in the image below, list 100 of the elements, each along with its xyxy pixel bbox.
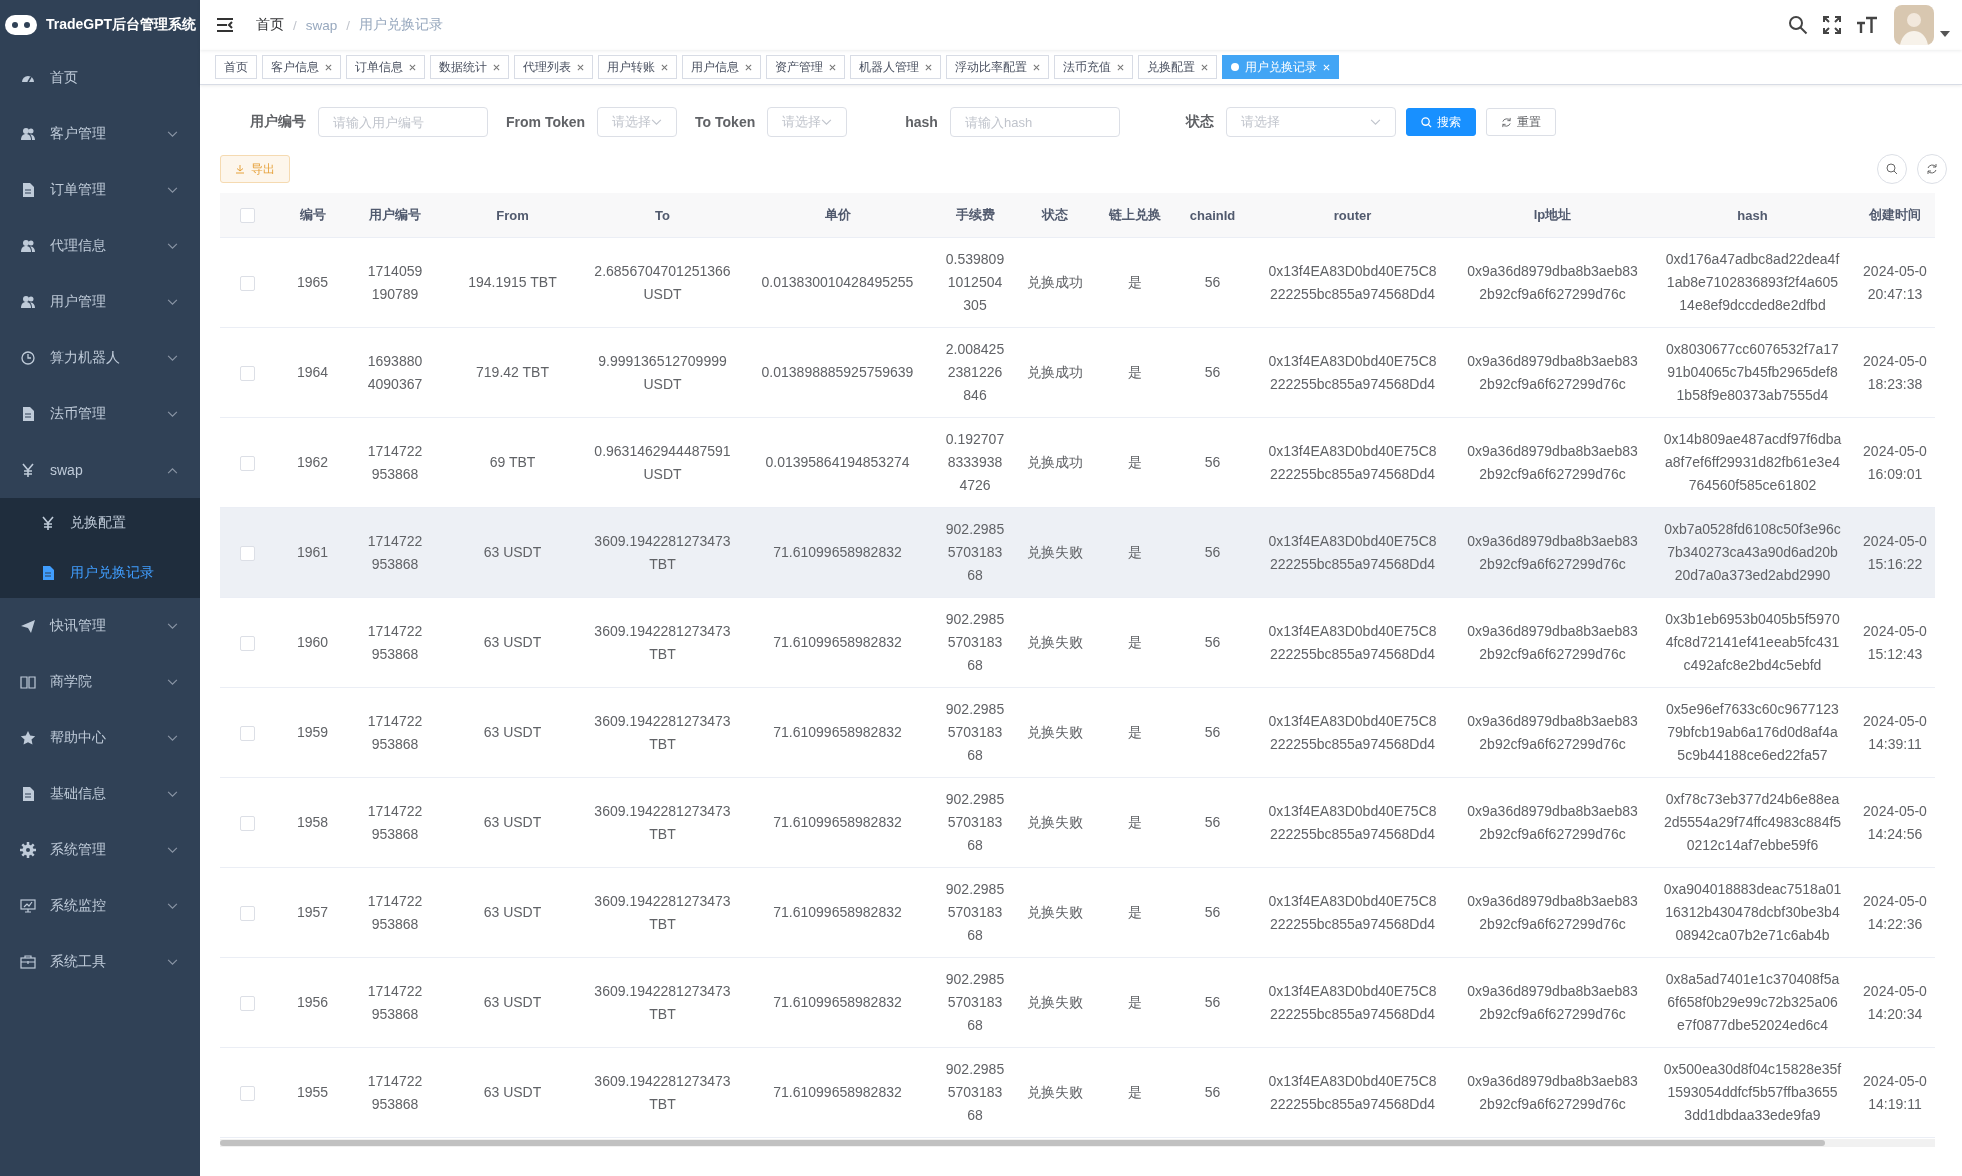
tab[interactable]: 法币充值 bbox=[1054, 55, 1133, 79]
close-icon[interactable] bbox=[325, 63, 332, 71]
router-address-cell-text: 0x13f4EA83D0bd40E75C8222255bc855a974568Dd4 bbox=[1267, 351, 1438, 394]
close-icon[interactable] bbox=[661, 63, 668, 71]
row-checkbox[interactable] bbox=[240, 725, 255, 741]
users-icon bbox=[20, 294, 36, 310]
tab[interactable]: 用户信息 bbox=[682, 55, 761, 79]
price-cell-text: 71.61099658982832 bbox=[773, 543, 902, 562]
table-row[interactable] bbox=[220, 507, 1935, 598]
column-header: 用户编号 bbox=[369, 207, 421, 222]
menu-item[interactable]: 系统监控 bbox=[0, 878, 200, 934]
to-amount-cell-text: 3609.1942281273473 TBT bbox=[593, 981, 732, 1024]
horizontal-scrollbar[interactable] bbox=[220, 1139, 1935, 1147]
download-icon bbox=[235, 164, 245, 174]
menu-item[interactable]: 系统管理 bbox=[0, 822, 200, 878]
row-checkbox[interactable] bbox=[240, 365, 255, 381]
menu-item[interactable]: 帮助中心 bbox=[0, 710, 200, 766]
fullscreen-icon[interactable] bbox=[1822, 15, 1842, 35]
input-field[interactable]: 请输入用户编号 bbox=[318, 107, 488, 137]
user-id-cell-text: 1714722953868 bbox=[366, 531, 424, 574]
search-toggle-button[interactable] bbox=[1877, 154, 1907, 184]
menu-item[interactable]: 算力机器人 bbox=[0, 330, 200, 386]
row-checkbox[interactable] bbox=[240, 635, 255, 651]
close-icon[interactable] bbox=[409, 63, 416, 71]
created-time-cell-text: 2024-05-0 14:19:11 bbox=[1863, 1071, 1927, 1114]
close-icon[interactable] bbox=[925, 63, 932, 71]
refresh-button[interactable] bbox=[1917, 154, 1947, 184]
menu-item-label: swap bbox=[50, 462, 84, 478]
created-time-cell-text: 2024-05-0 20:47:13 bbox=[1863, 261, 1927, 304]
menu-item[interactable]: 客户管理 bbox=[0, 106, 200, 162]
created-time-cell-text: 2024-05-0 14:20:34 bbox=[1863, 981, 1927, 1024]
on-chain-cell-text: 是 bbox=[1128, 1083, 1142, 1102]
search-icon[interactable] bbox=[1788, 15, 1808, 35]
tab[interactable]: 代理列表 bbox=[514, 55, 593, 79]
close-icon[interactable] bbox=[577, 63, 584, 71]
menu-item[interactable]: 快讯管理 bbox=[0, 598, 200, 654]
menu-item[interactable]: 基础信息 bbox=[0, 766, 200, 822]
menu-item[interactable]: 用户管理 bbox=[0, 274, 200, 330]
submenu-item[interactable]: 兑换配置 bbox=[0, 498, 200, 548]
tab[interactable]: 订单信息 bbox=[346, 55, 425, 79]
tab[interactable]: 数据统计 bbox=[430, 55, 509, 79]
tab[interactable]: 机器人管理 bbox=[850, 55, 941, 79]
input-field[interactable]: 请输入hash bbox=[949, 107, 1120, 137]
row-checkbox[interactable] bbox=[240, 275, 255, 291]
row-checkbox[interactable] bbox=[240, 995, 255, 1011]
tab[interactable]: 资产管理 bbox=[766, 55, 845, 79]
close-icon[interactable] bbox=[829, 63, 836, 71]
on-chain-cell-text: 是 bbox=[1128, 993, 1142, 1012]
lp-address-cell-text: 0x9a36d8979dba8b3aeb832b92cf9a6f627299d76c bbox=[1466, 621, 1639, 664]
from-amount-cell-text: 719.42 TBT bbox=[476, 363, 549, 382]
row-checkbox[interactable] bbox=[240, 815, 255, 831]
menu-item[interactable]: 商学院 bbox=[0, 654, 200, 710]
menu-item[interactable]: 代理信息 bbox=[0, 218, 200, 274]
created-time-cell-text: 2024-05-0 15:12:43 bbox=[1863, 621, 1927, 664]
close-icon[interactable] bbox=[493, 63, 500, 71]
breadcrumb-item[interactable]: 首页 bbox=[256, 16, 284, 34]
fee-cell-text: 0.5398091012504305 bbox=[945, 250, 1005, 315]
tab[interactable]: 浮动比率配置 bbox=[946, 55, 1049, 79]
tab[interactable]: 客户信息 bbox=[262, 55, 341, 79]
menu-item[interactable]: 系统工具 bbox=[0, 934, 200, 990]
caret-icon[interactable] bbox=[1940, 31, 1950, 37]
lp-address-cell-text: 0x9a36d8979dba8b3aeb832b92cf9a6f627299d76c bbox=[1466, 801, 1639, 844]
reset-button[interactable]: 重置 bbox=[1485, 108, 1556, 136]
close-icon[interactable] bbox=[1033, 63, 1040, 71]
menu-icon[interactable] bbox=[216, 17, 234, 33]
row-checkbox[interactable] bbox=[240, 455, 255, 471]
row-checkbox[interactable] bbox=[240, 545, 255, 561]
menu-item[interactable]: 订单管理 bbox=[0, 162, 200, 218]
close-icon[interactable] bbox=[745, 63, 752, 71]
created-time-cell-text: 2024-05-0 14:24:56 bbox=[1863, 801, 1927, 844]
tab[interactable]: 首页 bbox=[215, 55, 257, 79]
menu-item[interactable]: 法币管理 bbox=[0, 386, 200, 442]
hash-cell-text: 0x14b809ae487acdf97f6dbaa8f7ef6ff29931d82fb61e3e4764560f585ce61802 bbox=[1663, 430, 1842, 495]
lp-address-cell-text: 0x9a36d8979dba8b3aeb832b92cf9a6f627299d76c bbox=[1466, 531, 1639, 574]
close-icon[interactable] bbox=[1201, 63, 1208, 71]
toolbox-icon bbox=[20, 954, 36, 970]
font-size-icon[interactable] bbox=[1856, 15, 1878, 35]
router-address-cell-text: 0x13f4EA83D0bd40E75C8222255bc855a974568Dd4 bbox=[1267, 621, 1438, 664]
submenu-item[interactable]: 用户兑换记录 bbox=[0, 548, 200, 598]
from-amount-cell-text: 63 USDT bbox=[483, 723, 542, 742]
to-amount-cell-text: 3609.1942281273473 TBT bbox=[593, 711, 732, 754]
submenu-item-label: 兑换配置 bbox=[70, 514, 127, 532]
tab[interactable]: 用户转账 bbox=[598, 55, 677, 79]
field-label: To Token bbox=[695, 114, 756, 130]
tab[interactable]: 兑换配置 bbox=[1138, 55, 1217, 79]
created-time-cell-text: 2024-05-0 18:23:38 bbox=[1863, 351, 1927, 394]
column-header: To bbox=[655, 207, 670, 223]
app-title: TradeGPT后台管理系统 bbox=[46, 16, 197, 34]
menu-item[interactable]: swap bbox=[0, 442, 200, 498]
row-checkbox[interactable] bbox=[240, 1085, 255, 1101]
close-icon[interactable] bbox=[1117, 63, 1124, 71]
menu-item[interactable]: 首页 bbox=[0, 50, 200, 106]
select-all-checkbox[interactable] bbox=[240, 208, 255, 224]
lp-address-cell-text: 0x9a36d8979dba8b3aeb832b92cf9a6f627299d76c bbox=[1466, 351, 1639, 394]
price-cell-text: 0.01395864194853274 bbox=[765, 453, 910, 472]
row-checkbox[interactable] bbox=[240, 905, 255, 921]
chain-id-cell-text: 56 bbox=[1204, 273, 1221, 292]
clock-icon bbox=[20, 350, 36, 366]
to-amount-cell-text: 3609.1942281273473 TBT bbox=[593, 1071, 732, 1114]
lp-address-cell-text: 0x9a36d8979dba8b3aeb832b92cf9a6f627299d76c bbox=[1466, 1071, 1639, 1114]
